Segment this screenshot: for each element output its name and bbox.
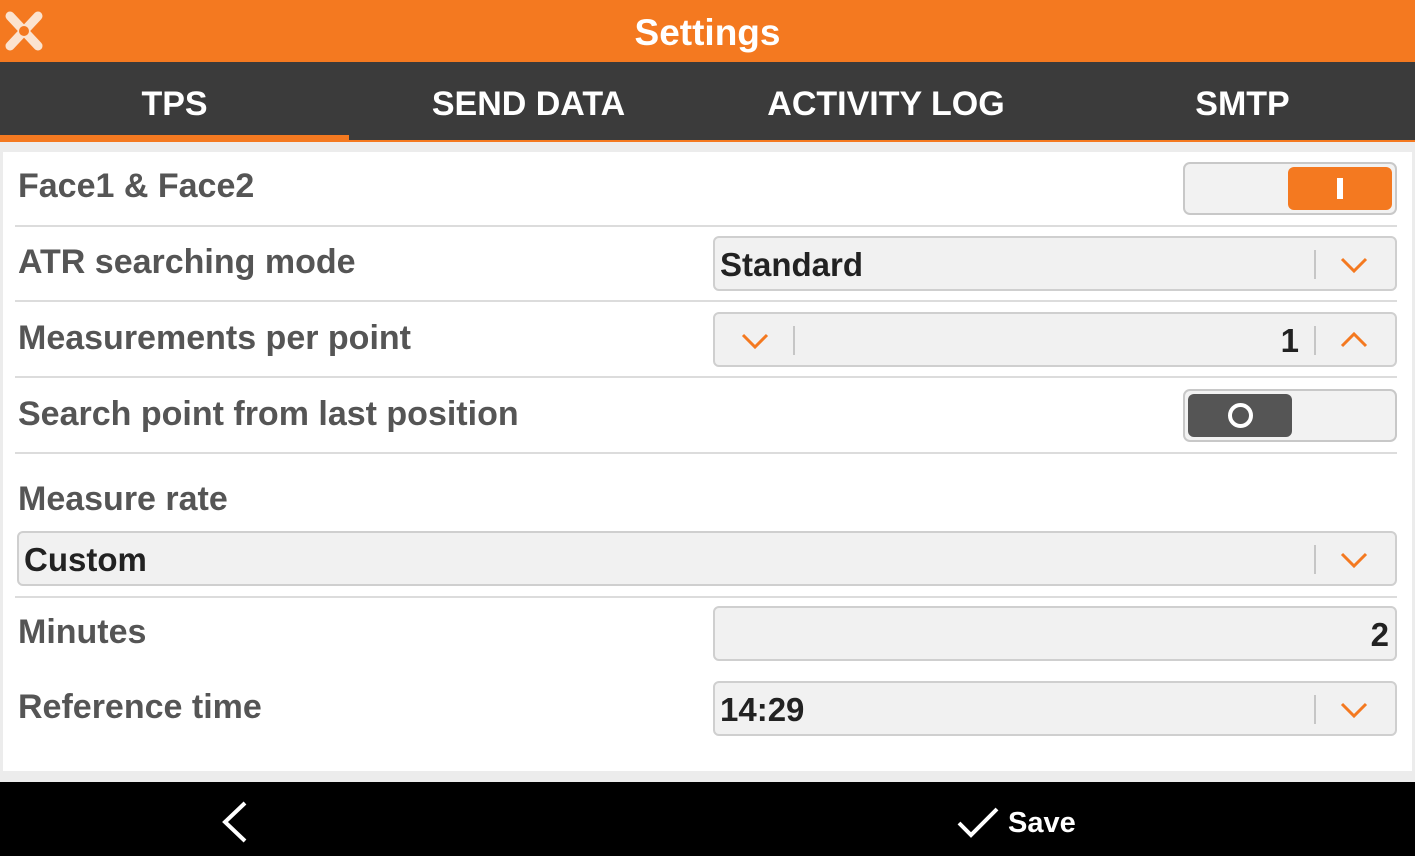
chevron-down-icon (1340, 702, 1368, 719)
chevron-down-icon (1340, 257, 1368, 274)
separator (1314, 545, 1316, 574)
chevron-down-icon (1340, 552, 1368, 569)
save-label: Save (1008, 807, 1076, 839)
measurements-stepper[interactable]: 1 (713, 312, 1397, 367)
page-title: Settings (634, 12, 781, 53)
face-toggle[interactable] (1183, 162, 1397, 215)
measure-rate-label: Measure rate (18, 480, 228, 518)
tab-activity-log[interactable]: ACTIVITY LOG (708, 62, 1064, 140)
atr-mode-dropdown[interactable]: Standard (713, 236, 1397, 291)
decrement-chevron-down-icon[interactable] (740, 331, 770, 351)
save-button[interactable]: Save (948, 782, 1088, 856)
search-last-label: Search point from last position (18, 395, 519, 433)
separator (1314, 326, 1316, 355)
tab-bar: TPS SEND DATA ACTIVITY LOG SMTP (0, 62, 1415, 142)
divider (15, 225, 1397, 227)
checkmark-icon (957, 807, 999, 838)
toggle-on-icon (1337, 178, 1343, 199)
atr-mode-value: Standard (720, 246, 864, 283)
measure-rate-value: Custom (24, 541, 147, 578)
measurements-value: 1 (1280, 322, 1299, 359)
tab-tps[interactable]: TPS (0, 62, 349, 140)
toggle-off-icon (1228, 403, 1253, 428)
separator (1314, 250, 1316, 279)
atr-mode-label: ATR searching mode (18, 243, 356, 281)
minutes-input[interactable]: 2 (713, 606, 1397, 661)
tab-smtp[interactable]: SMTP (1068, 62, 1415, 140)
back-button[interactable] (205, 782, 265, 856)
reference-time-dropdown[interactable]: 14:29 (713, 681, 1397, 736)
increment-chevron-up-icon[interactable] (1339, 330, 1369, 350)
title-bar: Settings (0, 0, 1415, 62)
minutes-value: 2 (1370, 616, 1389, 653)
divider (15, 300, 1397, 302)
search-last-toggle[interactable] (1183, 389, 1397, 442)
measurements-label: Measurements per point (18, 319, 411, 357)
measure-rate-dropdown[interactable]: Custom (17, 531, 1397, 586)
reference-time-label: Reference time (18, 688, 262, 726)
minutes-label: Minutes (18, 613, 147, 651)
toggle-knob (1288, 167, 1392, 210)
face-toggle-label: Face1 & Face2 (18, 167, 255, 205)
separator (1314, 695, 1316, 724)
bottom-bar: Save (0, 782, 1415, 856)
divider (15, 376, 1397, 378)
divider (15, 596, 1397, 598)
reference-time-value: 14:29 (720, 691, 805, 728)
tab-send-data[interactable]: SEND DATA (354, 62, 703, 140)
divider (15, 452, 1397, 454)
toggle-knob (1188, 394, 1292, 437)
chevron-left-icon (222, 801, 247, 843)
separator (793, 326, 795, 355)
